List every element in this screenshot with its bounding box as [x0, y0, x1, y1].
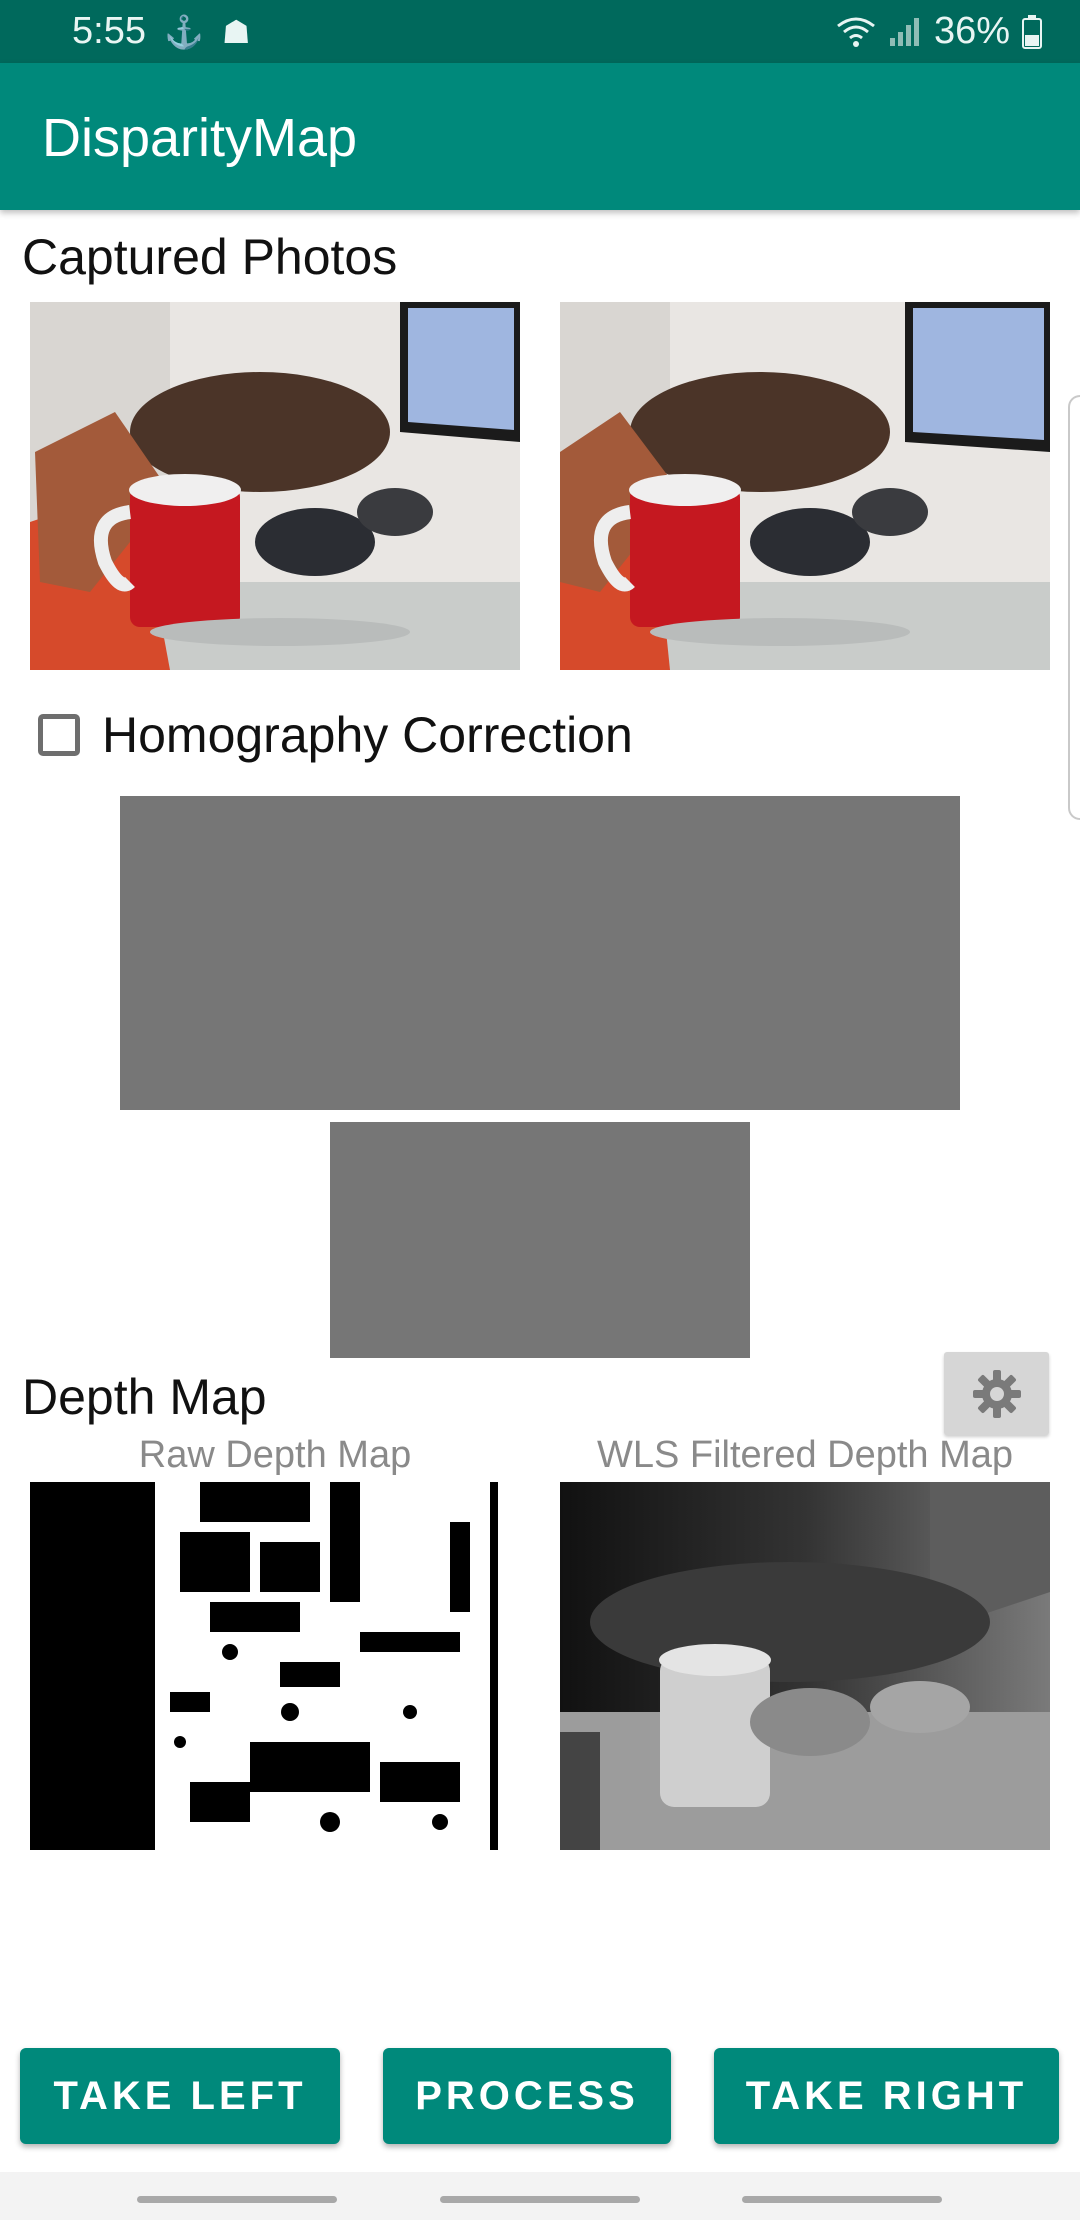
notification-icon-2: ☗	[221, 13, 251, 50]
raw-depth-caption: Raw Depth Map	[138, 1434, 412, 1476]
homography-label: Homography Correction	[102, 707, 633, 763]
raw-depth-image	[30, 1482, 520, 1850]
battery-percent: 36%	[933, 10, 1010, 52]
captured-photos-title: Captured Photos	[22, 229, 398, 285]
photo-icon	[30, 1482, 520, 1850]
homography-preview-small	[330, 1122, 750, 1358]
photo-icon	[30, 302, 520, 670]
homography-checkbox-row[interactable]: Homography Correction	[38, 700, 633, 770]
homography-checkbox[interactable]	[38, 714, 80, 756]
homography-preview-large	[120, 796, 960, 1110]
take-right-button[interactable]: TAKE RIGHT	[714, 2048, 1059, 2144]
gear-icon	[972, 1369, 1021, 1418]
app-title: DisparityMap	[42, 108, 358, 168]
settings-button[interactable]	[944, 1352, 1049, 1435]
photo-icon	[560, 302, 1050, 670]
status-right: 36%	[836, 10, 1042, 53]
photo-icon	[560, 1482, 1050, 1850]
wifi-icon	[837, 17, 875, 47]
app-bar: DisparityMap	[0, 63, 1080, 210]
notification-icon: ⚓	[163, 13, 204, 50]
edge-panel-handle[interactable]	[1068, 395, 1080, 820]
process-button[interactable]: PROCESS	[383, 2048, 671, 2144]
right-photo	[560, 302, 1050, 670]
take-left-button[interactable]: TAKE LEFT	[20, 2048, 340, 2144]
depth-map-title: Depth Map	[22, 1369, 267, 1425]
left-photo	[30, 302, 520, 670]
status-bar: 5:55 ⚓ ☗ 36%	[0, 0, 1080, 63]
wls-depth-caption: WLS Filtered Depth Map	[596, 1434, 1014, 1476]
wls-depth-image	[560, 1482, 1050, 1850]
battery-icon	[1022, 14, 1042, 49]
nav-back[interactable]	[742, 2196, 942, 2203]
signal-icon	[889, 17, 919, 46]
nav-recent[interactable]	[137, 2196, 337, 2203]
nav-home[interactable]	[440, 2196, 640, 2203]
status-time: 5:55	[72, 10, 146, 52]
nav-bar	[0, 2172, 1080, 2220]
